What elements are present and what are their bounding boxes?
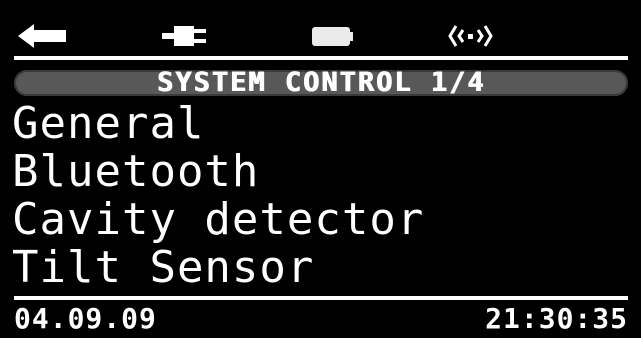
top-divider: [14, 56, 628, 60]
device-screen: SYSTEM CONTROL 1/4 General Bluetooth Cav…: [0, 0, 641, 338]
wireless-signal-icon: [446, 18, 496, 54]
time-display: 21:30:35: [485, 302, 628, 335]
menu-item-general[interactable]: General: [12, 100, 628, 148]
menu-item-cavity-detector[interactable]: Cavity detector: [12, 196, 628, 244]
date-display: 04.09.09: [14, 302, 157, 335]
menu-list: General Bluetooth Cavity detector Tilt S…: [12, 100, 628, 292]
menu-item-bluetooth[interactable]: Bluetooth: [12, 148, 628, 196]
page-title: SYSTEM CONTROL 1/4: [156, 67, 486, 98]
footer: 04.09.09 21:30:35: [14, 304, 628, 334]
menu-item-tilt-sensor[interactable]: Tilt Sensor: [12, 244, 628, 292]
back-arrow-icon[interactable]: [16, 18, 68, 54]
title-bar: SYSTEM CONTROL 1/4: [14, 67, 628, 98]
bottom-divider: [14, 296, 628, 300]
status-bar: [14, 18, 628, 54]
battery-icon: [310, 18, 354, 54]
plug-icon: [160, 18, 210, 54]
